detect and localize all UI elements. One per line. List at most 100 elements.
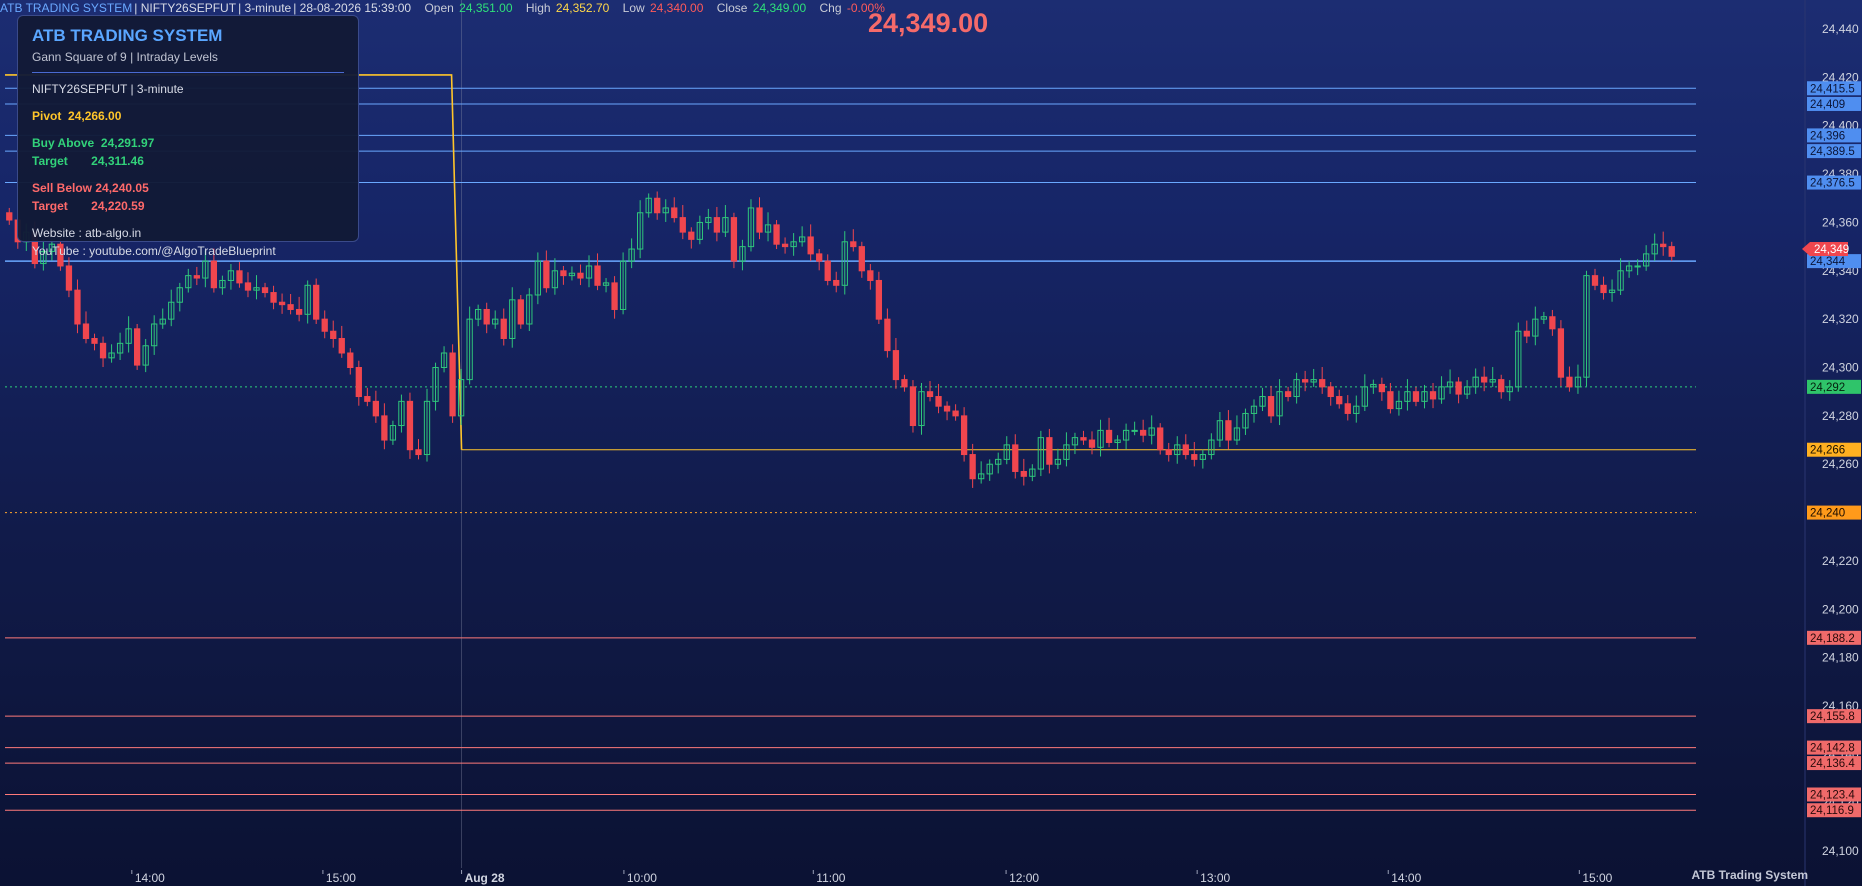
- candle-body: [1165, 449, 1172, 456]
- close-label: Close: [716, 1, 748, 15]
- level-price-tag: 24,240: [1807, 505, 1861, 520]
- header-title: ATB TRADING SYSTEM: [0, 1, 133, 15]
- candle: [1625, 261, 1633, 278]
- candle-body: [1140, 429, 1147, 436]
- candle-body: [1378, 383, 1386, 393]
- candle: [1216, 411, 1224, 448]
- candle: [1404, 379, 1411, 411]
- level-price-tag: 24,376.5: [1807, 175, 1861, 190]
- candle: [1515, 322, 1522, 392]
- y-tick-label: 24,180: [1822, 651, 1859, 665]
- sell-value: 24,240.05: [95, 181, 149, 195]
- candle: [884, 308, 891, 358]
- candle-body: [1566, 376, 1573, 388]
- y-tick-label: 24,440: [1822, 22, 1859, 36]
- candle: [1412, 386, 1420, 407]
- price-tag-label: 24,292: [1810, 382, 1845, 394]
- candle: [406, 392, 414, 459]
- candle-body: [1105, 429, 1113, 443]
- x-tick-label: 15:00: [326, 871, 356, 885]
- buy-target-label: Target: [32, 154, 68, 168]
- candle: [1225, 410, 1232, 450]
- candle: [1574, 364, 1582, 394]
- website-line: Website : atb-algo.in: [32, 226, 142, 240]
- candle-body: [1020, 470, 1027, 477]
- candle: [952, 404, 959, 421]
- watermark: ATB Trading System: [1691, 868, 1808, 882]
- price-tag-label: 24,266: [1810, 445, 1845, 457]
- candle: [526, 288, 533, 332]
- candle: [943, 401, 951, 421]
- candle: [1259, 387, 1266, 412]
- candle: [116, 332, 124, 361]
- candle-body: [6, 212, 13, 221]
- x-tick-label: 12:00: [1009, 871, 1039, 885]
- price-tag-label: 24,389.5: [1810, 146, 1855, 158]
- candle: [1071, 432, 1079, 455]
- candle: [995, 452, 1002, 474]
- candle: [1029, 464, 1036, 482]
- candle-body: [355, 367, 362, 398]
- candle-body: [773, 224, 780, 245]
- candle-body: [1387, 391, 1394, 410]
- price-tag-label: 24,155.8: [1810, 711, 1855, 723]
- candle: [1293, 372, 1300, 404]
- candle-body: [875, 279, 883, 320]
- candle: [654, 191, 661, 220]
- candle-body: [91, 337, 98, 344]
- candle-body: [1600, 284, 1607, 294]
- candle: [722, 205, 729, 237]
- price-tag-label: 24,116.9: [1810, 805, 1854, 817]
- candle: [918, 382, 925, 435]
- candle-body: [1481, 376, 1488, 383]
- candle: [594, 253, 601, 291]
- candle: [1651, 233, 1658, 261]
- candle-body: [1080, 437, 1087, 441]
- sell-label: Sell Below: [32, 181, 93, 195]
- level-price-tag: 24,136.4: [1807, 756, 1861, 771]
- candle: [585, 255, 593, 288]
- price-tag-label: 24,409: [1810, 99, 1845, 111]
- candle-body: [500, 318, 507, 339]
- candle: [1506, 380, 1513, 401]
- level-price-tag: 24,396: [1807, 128, 1861, 143]
- candle: [875, 271, 883, 324]
- y-tick-label: 24,280: [1822, 409, 1859, 423]
- candle-body: [679, 217, 686, 233]
- candle-body: [867, 270, 874, 281]
- candle: [347, 348, 354, 375]
- candle: [134, 323, 141, 370]
- open-label: Open: [424, 1, 454, 15]
- price-tag-label: 24,188.2: [1810, 633, 1855, 645]
- high-value: 24,352.70: [555, 1, 610, 15]
- levels-info-panel[interactable]: ATB TRADING SYSTEM Gann Square of 9 | In…: [17, 15, 359, 258]
- candle: [1080, 430, 1087, 445]
- candle: [364, 387, 371, 407]
- candle-body: [364, 396, 371, 402]
- chart-stage[interactable]: 24,10024,12024,14024,16024,18024,20024,2…: [0, 0, 1862, 886]
- candle: [713, 206, 721, 242]
- candle-body: [884, 318, 891, 352]
- candle-body: [517, 299, 524, 325]
- candle: [1336, 389, 1343, 409]
- candle: [1148, 415, 1155, 445]
- candle: [6, 207, 13, 225]
- candle: [781, 237, 789, 254]
- candle: [91, 333, 98, 351]
- low-label: Low: [622, 1, 645, 15]
- candle-body: [278, 301, 286, 306]
- candle-body: [850, 241, 857, 248]
- candle-body: [654, 197, 661, 214]
- candle-body: [1634, 265, 1641, 268]
- y-tick-label: 24,360: [1822, 215, 1859, 229]
- candle-body: [244, 282, 252, 291]
- candle-body: [1284, 391, 1292, 398]
- candle-body: [1498, 379, 1505, 393]
- ohlc-header: ATB TRADING SYSTEM | NIFTY26SEPFUT | 3-min…: [0, 1, 885, 15]
- candle: [850, 229, 857, 252]
- candle: [1463, 380, 1471, 399]
- candle-body: [65, 265, 73, 291]
- candle: [1088, 431, 1096, 455]
- y-tick-label: 24,300: [1822, 361, 1859, 375]
- candle: [1421, 384, 1428, 409]
